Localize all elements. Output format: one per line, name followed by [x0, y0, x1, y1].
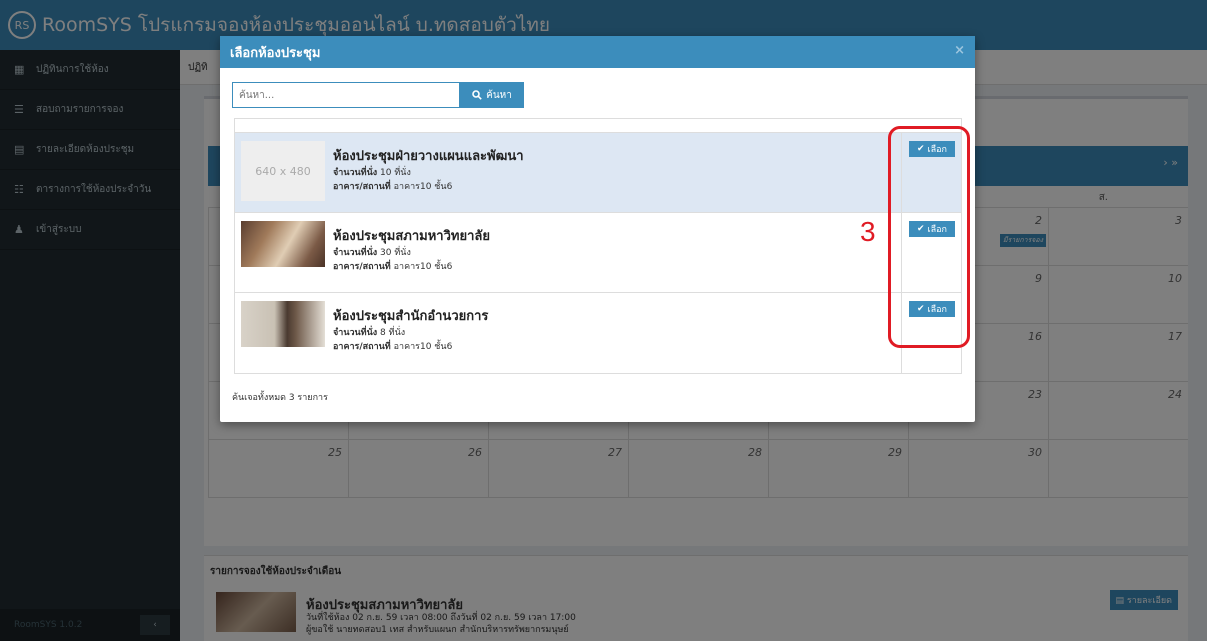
room-list: 640 x 480 ห้องประชุมฝ่ายวางแผนและพัฒนา จ…	[234, 118, 962, 374]
search-row: ค้นหา	[232, 82, 524, 108]
annotation-highlight-box	[888, 126, 970, 348]
room-row[interactable]: ห้องประชุมสภามหาวิทยาลัย จำนวนที่นั่ง 30…	[235, 213, 961, 293]
room-location: อาคาร/สถานที่ อาคาร10 ชั้น6	[333, 342, 453, 352]
search-button[interactable]: ค้นหา	[460, 82, 524, 108]
room-seats: จำนวนที่นั่ง 8 ที่นั่ง	[333, 328, 406, 338]
result-count: ค้นเจอทั้งหมด 3 รายการ	[232, 393, 328, 403]
room-name: ห้องประชุมฝ่ายวางแผนและพัฒนา	[333, 149, 524, 164]
room-location: อาคาร/สถานที่ อาคาร10 ชั้น6	[333, 262, 453, 272]
close-icon[interactable]: ×	[954, 43, 965, 58]
room-row[interactable]: 640 x 480 ห้องประชุมฝ่ายวางแผนและพัฒนา จ…	[235, 133, 961, 213]
room-seats: จำนวนที่นั่ง 10 ที่นั่ง	[333, 168, 411, 178]
modal-title: เลือกห้องประชุม	[230, 45, 321, 61]
search-input[interactable]	[232, 82, 460, 108]
room-seats: จำนวนที่นั่ง 30 ที่นั่ง	[333, 248, 411, 258]
room-row[interactable]: ห้องประชุมสำนักอำนวยการ จำนวนที่นั่ง 8 ท…	[235, 293, 961, 373]
room-photo	[241, 301, 325, 347]
room-name: ห้องประชุมสภามหาวิทยาลัย	[333, 229, 490, 244]
room-photo	[241, 221, 325, 267]
room-location: อาคาร/สถานที่ อาคาร10 ชั้น6	[333, 182, 453, 192]
search-icon	[472, 90, 482, 100]
modal-header: เลือกห้องประชุม ×	[220, 36, 975, 68]
search-button-label: ค้นหา	[486, 89, 512, 101]
annotation-step-number: 3	[860, 216, 876, 247]
room-thumbnail-placeholder: 640 x 480	[241, 141, 325, 201]
room-list-header	[235, 119, 961, 133]
room-name: ห้องประชุมสำนักอำนวยการ	[333, 309, 489, 324]
